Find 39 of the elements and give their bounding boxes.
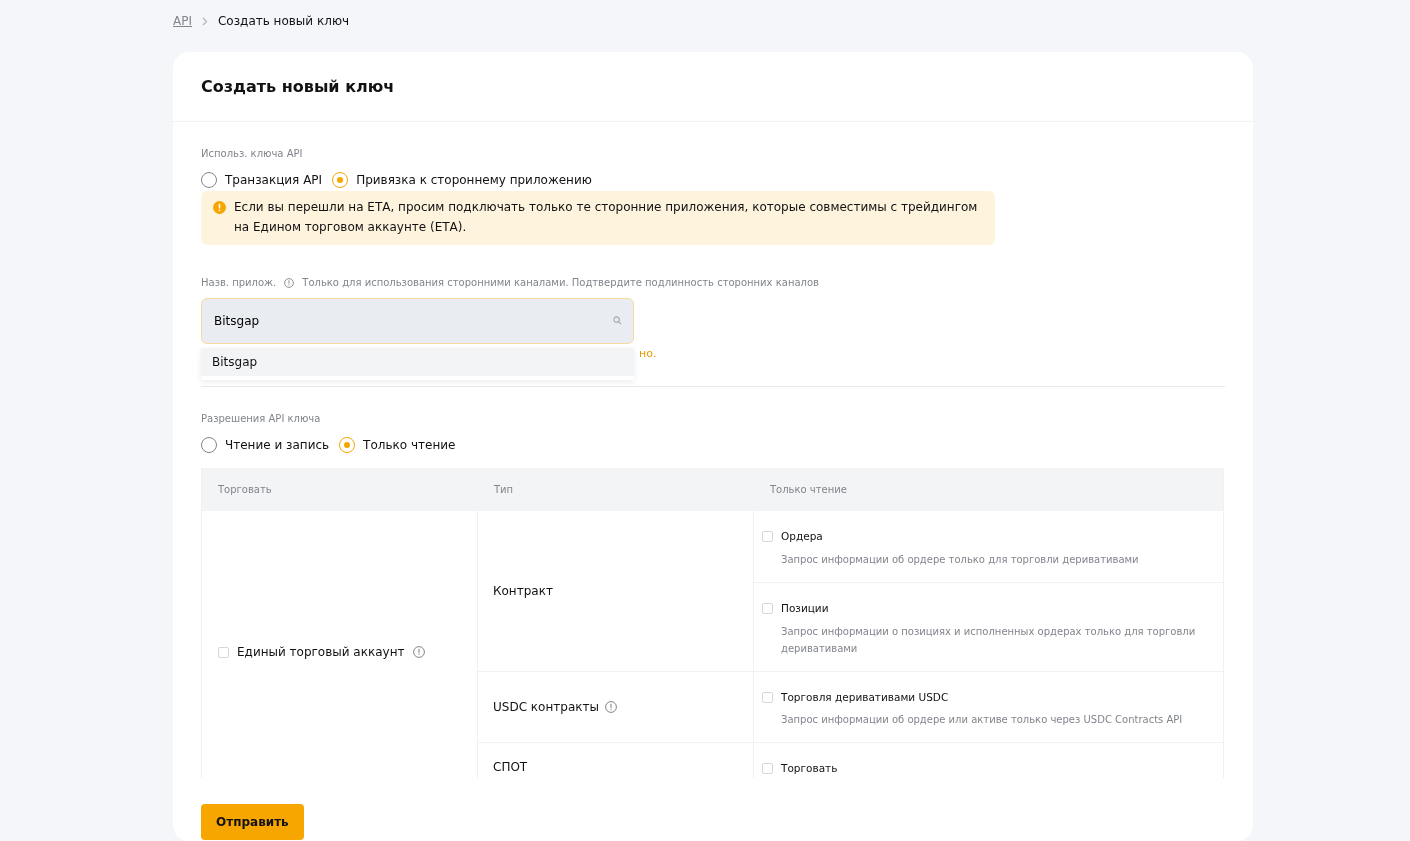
error-text: но.	[639, 347, 657, 360]
type-label: Контракт	[493, 582, 553, 600]
field-label: Использ. ключа API	[201, 147, 304, 161]
type-label: USDC контракты	[493, 698, 599, 716]
column-header: Только чтение	[769, 483, 847, 497]
checkbox-label: Ордера	[781, 529, 824, 544]
search-icon	[613, 316, 622, 325]
submit-button[interactable]: Отправить	[201, 804, 304, 840]
checkbox-label: Позиции	[781, 600, 830, 616]
checkbox-label: Торговать	[781, 761, 838, 777]
search-field[interactable]: Bitsgap	[201, 298, 634, 344]
field-label: Назв. прилож.	[201, 276, 277, 290]
checkbox[interactable]	[762, 602, 773, 614]
permission-description: Запрос информации о позициях и исполненных ордерах только для торговли деривативами	[781, 624, 1197, 656]
breadcrumb-current: Создать новый ключ	[218, 13, 350, 30]
page-title: Создать новый ключ	[201, 76, 395, 97]
checkbox-label: Единый торговый аккаунт	[237, 643, 405, 661]
warning-icon	[213, 201, 226, 214]
dropdown-item[interactable]: Bitsgap	[201, 348, 634, 376]
permission-description: Запрос информации об ордере или активе только через USDC Contracts API	[781, 713, 1183, 728]
radio-option[interactable]: Привязка к стороннему приложению	[332, 171, 592, 189]
field-label: Разрешения API ключа	[201, 412, 322, 426]
radio-option[interactable]: Чтение и запись	[201, 436, 330, 454]
checkbox[interactable]	[218, 647, 229, 658]
chevron-icon	[202, 16, 208, 26]
column-header: Торговать	[217, 483, 273, 497]
hint-text: Только для использования сторонними каналами. Подтвердите подлинность сторонних каналов	[302, 276, 819, 290]
checkbox-label: Торговля деривативами USDC	[781, 689, 950, 705]
warning-alert: Если вы перешли на ЕТА, просим подключать только те сторонние приложения, которые совместимы с трейдингом на Едином торговом аккаунте (ЕТА).	[201, 191, 995, 245]
breadcrumb-link[interactable]: API	[173, 12, 192, 30]
type-label: СПОТ	[493, 759, 528, 777]
column-header: Тип	[493, 483, 515, 497]
permission-description: Запрос информации об ордере только для торговли деривативами	[781, 552, 1139, 567]
info-icon	[284, 277, 295, 288]
checkbox[interactable]	[762, 531, 773, 542]
checkbox[interactable]	[762, 691, 773, 703]
checkbox[interactable]	[762, 763, 773, 775]
radio-option[interactable]: Транзакция API	[201, 171, 323, 189]
radio-option[interactable]: Только чтение	[339, 436, 456, 454]
